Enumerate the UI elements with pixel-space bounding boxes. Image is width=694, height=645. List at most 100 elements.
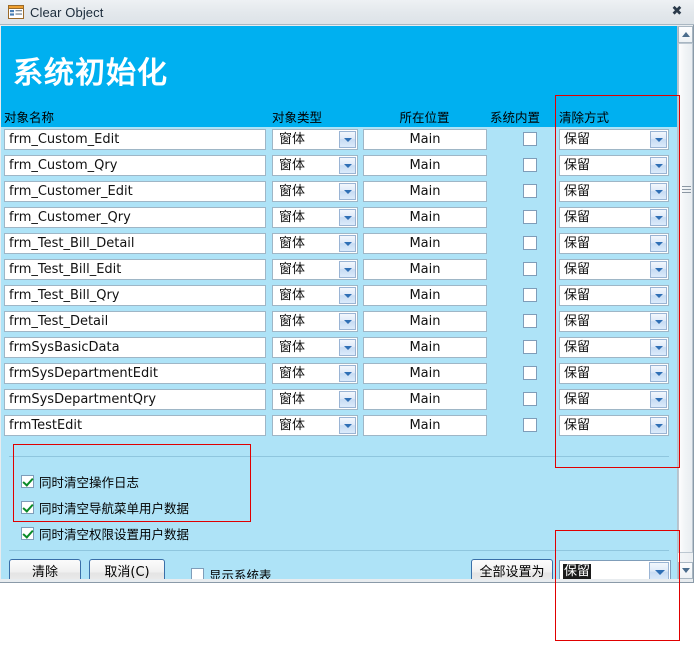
checkbox-system-builtin[interactable]	[523, 184, 537, 198]
table-row[interactable]: frm_Test_Bill_Qry 窗体 Main 保留	[1, 283, 677, 309]
chevron-down-icon[interactable]	[650, 287, 667, 304]
cell-location[interactable]: Main	[363, 129, 487, 150]
cell-location[interactable]: Main	[363, 311, 487, 332]
chevron-down-icon[interactable]	[339, 235, 356, 252]
chevron-down-icon[interactable]	[650, 365, 667, 382]
cell-location[interactable]: Main	[363, 363, 487, 384]
cell-object-name[interactable]: frmTestEdit	[4, 415, 266, 436]
cell-object-name[interactable]: frm_Customer_Qry	[4, 207, 266, 228]
table-row[interactable]: frmSysDepartmentEdit 窗体 Main 保留	[1, 361, 677, 387]
cell-object-type[interactable]: 窗体	[272, 363, 358, 384]
cell-object-name[interactable]: frmSysDepartmentQry	[4, 389, 266, 410]
cell-object-type[interactable]: 窗体	[272, 389, 358, 410]
column-header-clear-method[interactable]: 清除方式	[559, 109, 669, 127]
checkbox-clear-operation-log[interactable]	[21, 474, 34, 488]
chevron-down-icon[interactable]	[650, 209, 667, 226]
chevron-down-icon[interactable]	[650, 183, 667, 200]
table-row[interactable]: frmSysDepartmentQry 窗体 Main 保留	[1, 387, 677, 413]
chevron-down-icon[interactable]	[339, 339, 356, 356]
cell-clear-method[interactable]: 保留	[559, 233, 669, 254]
checkbox-system-builtin[interactable]	[523, 210, 537, 224]
table-row[interactable]: frmTestEdit 窗体 Main 保留	[1, 413, 677, 439]
cell-location[interactable]: Main	[363, 337, 487, 358]
cell-clear-method[interactable]: 保留	[559, 337, 669, 358]
checkbox-system-builtin[interactable]	[523, 132, 537, 146]
checkbox-system-builtin[interactable]	[523, 418, 537, 432]
table-row[interactable]: frm_Test_Bill_Detail 窗体 Main 保留	[1, 231, 677, 257]
checkbox-system-builtin[interactable]	[523, 340, 537, 354]
cell-location[interactable]: Main	[363, 207, 487, 228]
chevron-down-icon[interactable]	[650, 391, 667, 408]
cell-clear-method[interactable]: 保留	[559, 415, 669, 436]
table-row[interactable]: frm_Custom_Edit 窗体 Main 保留	[1, 127, 677, 153]
table-row[interactable]: frm_Customer_Edit 窗体 Main 保留	[1, 179, 677, 205]
cell-object-type[interactable]: 窗体	[272, 415, 358, 436]
cell-location[interactable]: Main	[363, 389, 487, 410]
vertical-scrollbar[interactable]	[677, 26, 693, 579]
chevron-down-icon[interactable]	[339, 313, 356, 330]
cell-clear-method[interactable]: 保留	[559, 285, 669, 306]
chevron-down-icon[interactable]	[339, 183, 356, 200]
set-all-method-combo[interactable]: 保留	[559, 560, 671, 579]
chevron-down-icon[interactable]	[339, 391, 356, 408]
cancel-button[interactable]: 取消(C)	[89, 559, 165, 579]
cell-object-name[interactable]: frm_Custom_Qry	[4, 155, 266, 176]
chevron-down-icon[interactable]	[339, 209, 356, 226]
column-header-object-type[interactable]: 对象类型	[272, 109, 358, 127]
cell-object-name[interactable]: frmSysBasicData	[4, 337, 266, 358]
chevron-down-icon[interactable]	[649, 562, 669, 579]
scrollbar-thumb[interactable]	[678, 43, 693, 553]
cell-object-name[interactable]: frmSysDepartmentEdit	[4, 363, 266, 384]
checkbox-system-builtin[interactable]	[523, 314, 537, 328]
chevron-down-icon[interactable]	[339, 417, 356, 434]
cell-object-name[interactable]: frm_Test_Bill_Detail	[4, 233, 266, 254]
chevron-down-icon[interactable]	[339, 287, 356, 304]
column-header-object-name[interactable]: 对象名称	[4, 109, 264, 127]
cell-clear-method[interactable]: 保留	[559, 259, 669, 280]
show-system-tables-row[interactable]: 显示系统表	[191, 565, 272, 579]
cell-object-name[interactable]: frm_Customer_Edit	[4, 181, 266, 202]
cell-clear-method[interactable]: 保留	[559, 181, 669, 202]
chevron-down-icon[interactable]	[339, 365, 356, 382]
cell-object-type[interactable]: 窗体	[272, 337, 358, 358]
cell-location[interactable]: Main	[363, 233, 487, 254]
close-icon[interactable]: ✖	[668, 4, 686, 20]
chevron-down-icon[interactable]	[339, 157, 356, 174]
clear-button[interactable]: 清除	[9, 559, 81, 579]
option-row-clear-permission-user-data[interactable]: 同时清空权限设置用户数据	[21, 524, 189, 542]
cell-clear-method[interactable]: 保留	[559, 363, 669, 384]
cell-object-type[interactable]: 窗体	[272, 207, 358, 228]
cell-object-type[interactable]: 窗体	[272, 181, 358, 202]
set-all-button[interactable]: 全部设置为	[471, 559, 553, 579]
table-row[interactable]: frm_Custom_Qry 窗体 Main 保留	[1, 153, 677, 179]
checkbox-show-system-tables[interactable]	[191, 568, 204, 579]
option-row-clear-nav-menu-user-data[interactable]: 同时清空导航菜单用户数据	[21, 498, 189, 516]
cell-location[interactable]: Main	[363, 415, 487, 436]
table-row[interactable]: frm_Test_Detail 窗体 Main 保留	[1, 309, 677, 335]
cell-location[interactable]: Main	[363, 181, 487, 202]
option-row-clear-operation-log[interactable]: 同时清空操作日志	[21, 472, 139, 490]
cell-location[interactable]: Main	[363, 259, 487, 280]
cell-object-type[interactable]: 窗体	[272, 285, 358, 306]
chevron-down-icon[interactable]	[650, 417, 667, 434]
checkbox-system-builtin[interactable]	[523, 392, 537, 406]
cell-object-type[interactable]: 窗体	[272, 233, 358, 254]
chevron-down-icon[interactable]	[650, 313, 667, 330]
chevron-down-icon[interactable]	[339, 131, 356, 148]
checkbox-system-builtin[interactable]	[523, 288, 537, 302]
chevron-down-icon[interactable]	[339, 261, 356, 278]
cell-object-type[interactable]: 窗体	[272, 259, 358, 280]
cell-clear-method[interactable]: 保留	[559, 207, 669, 228]
chevron-down-icon[interactable]	[650, 339, 667, 356]
cell-object-type[interactable]: 窗体	[272, 129, 358, 150]
checkbox-system-builtin[interactable]	[523, 158, 537, 172]
checkbox-clear-permission-user-data[interactable]	[21, 526, 34, 540]
cell-location[interactable]: Main	[363, 155, 487, 176]
cell-clear-method[interactable]: 保留	[559, 311, 669, 332]
checkbox-clear-nav-menu-user-data[interactable]	[21, 500, 34, 514]
checkbox-system-builtin[interactable]	[523, 262, 537, 276]
chevron-down-icon[interactable]	[650, 235, 667, 252]
cell-clear-method[interactable]: 保留	[559, 389, 669, 410]
chevron-down-icon[interactable]	[650, 157, 667, 174]
chevron-down-icon[interactable]	[650, 261, 667, 278]
